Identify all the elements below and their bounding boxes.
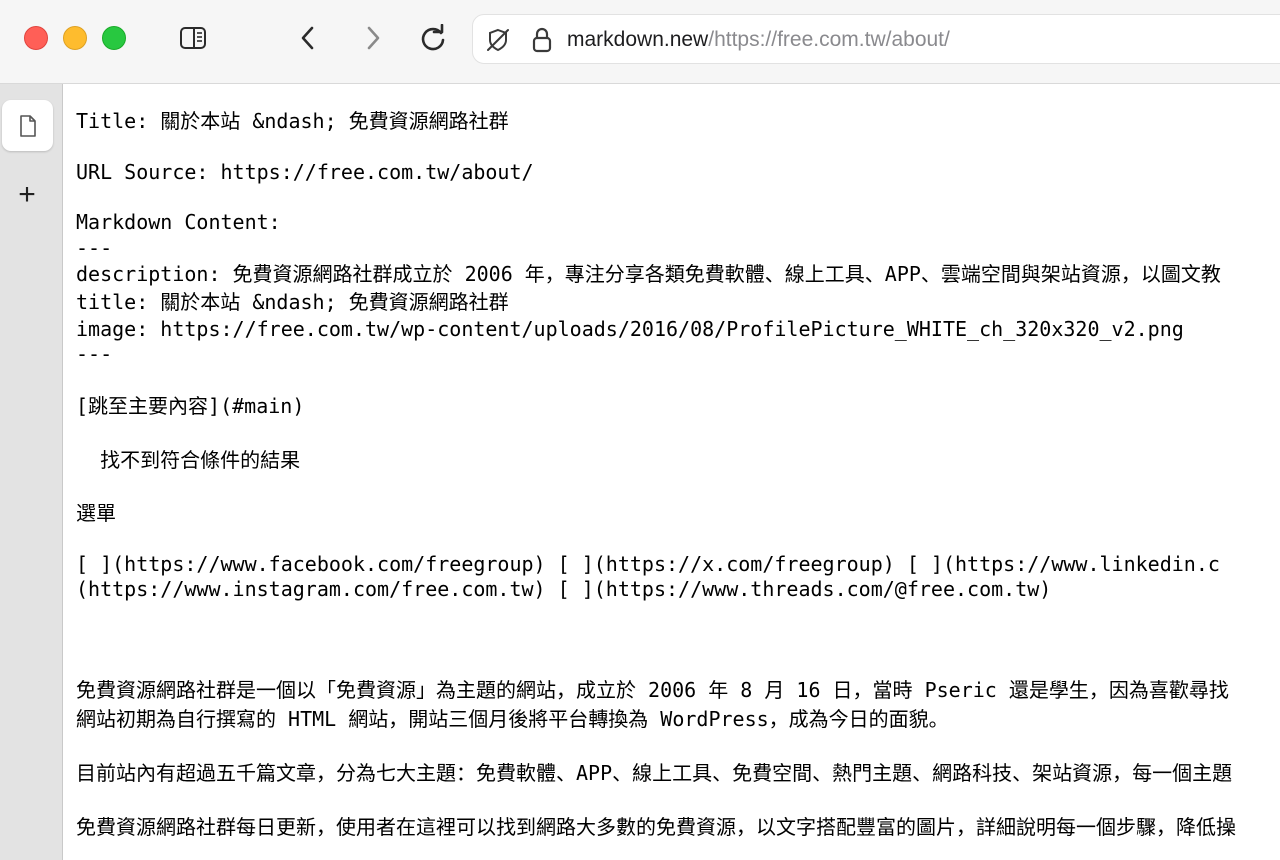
address-bar[interactable]: markdown.new/https://free.com.tw/about/ [472,14,1280,64]
paragraph-3: 免費資源網路社群每日更新，使用者在這裡可以找到網路大多數的免費資源，以文字搭配豐… [76,815,1236,839]
new-tab-button[interactable]: + [14,178,40,211]
image-line: image: https://free.com.tw/wp-content/up… [76,317,1184,341]
lock-icon [532,27,552,53]
reload-icon [421,24,445,51]
privacy-shield-icon[interactable] [485,27,511,53]
back-arrow-icon [301,26,314,50]
document-tab[interactable] [2,100,53,151]
minimize-window-button[interactable] [63,26,87,50]
url-path: /https://free.com.tw/about/ [708,28,950,51]
sidebar-toggle-button[interactable] [175,20,211,56]
sidebar-toggle-icon [180,27,206,49]
social-links-line-2: (https://www.instagram.com/free.com.tw) … [76,577,1052,601]
back-button[interactable] [290,20,326,56]
browser-toolbar: markdown.new/https://free.com.tw/about/ [0,0,1280,84]
frontmatter-open: --- [76,236,113,260]
document-icon [19,114,36,137]
social-links-line-1: [ ](https://www.facebook.com/freegroup) … [76,552,1220,576]
zoom-window-button[interactable] [102,26,126,50]
paragraph-1-line-1: 免費資源網路社群是一個以「免費資源」為主題的網站，成立於 2006 年 8 月 … [76,678,1229,702]
forward-button[interactable] [355,20,391,56]
title-line: Title: 關於本站 &ndash; 免費資源網路社群 [76,109,509,133]
frontmatter-title-line: title: 關於本站 &ndash; 免費資源網路社群 [76,290,509,314]
paragraph-2: 目前站內有超過五千篇文章，分為七大主題：免費軟體、APP、線上工具、免費空間、熱… [76,761,1233,785]
forward-arrow-icon [367,26,380,50]
plus-icon: + [18,178,36,211]
url-source-line: URL Source: https://free.com.tw/about/ [76,160,534,184]
no-results-line: 找不到符合條件的結果 [76,448,301,472]
markdown-content-label: Markdown Content: [76,210,281,234]
frontmatter-close: --- [76,342,113,366]
tab-sidebar: + [0,84,63,860]
reload-button[interactable] [415,20,451,56]
menu-line: 選單 [76,501,116,525]
paragraph-1-line-2: 網站初期為自行撰寫的 HTML 網站，開站三個月後將平台轉換為 WordPres… [76,707,949,731]
markdown-content: Title: 關於本站 &ndash; 免費資源網路社群 URL Source:… [64,85,1280,860]
close-window-button[interactable] [24,26,48,50]
description-line: description: 免費資源網路社群成立於 2006 年，專注分享各類免費… [76,262,1221,286]
url-text[interactable]: markdown.new/https://free.com.tw/about/ [567,28,950,52]
url-host: markdown.new [567,28,709,51]
skip-link-line: [跳至主要內容](#main) [76,394,305,418]
